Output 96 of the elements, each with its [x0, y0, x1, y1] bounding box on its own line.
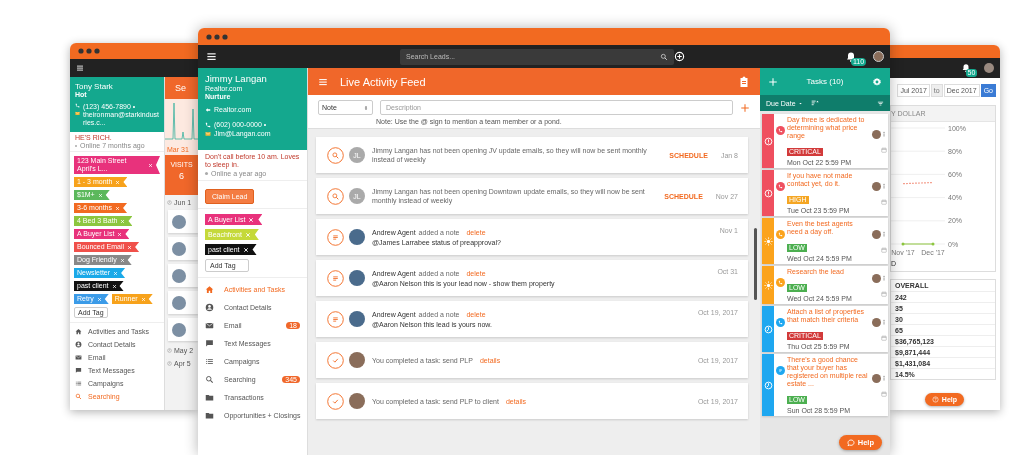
clock-icon [167, 348, 172, 353]
photo-placeholder [172, 295, 186, 310]
help-icon [931, 396, 939, 403]
envelope-icon [205, 130, 211, 137]
chat-bubble-icon [846, 438, 855, 447]
menu-icon[interactable] [206, 51, 217, 62]
phone-icon [75, 103, 80, 108]
more-icon[interactable] [881, 183, 887, 189]
page-title: Se [175, 83, 186, 93]
sun-icon [763, 280, 773, 290]
more-icon[interactable] [881, 231, 887, 237]
alert-icon [763, 188, 773, 198]
home-icon [205, 284, 214, 294]
calendar-icon[interactable] [881, 390, 887, 397]
remove-icon[interactable] [242, 246, 249, 253]
avatar [349, 393, 365, 409]
settings-icon[interactable] [872, 76, 882, 87]
phone-icon[interactable] [776, 278, 785, 287]
remove-icon[interactable] [111, 283, 117, 289]
photo-placeholder [172, 322, 186, 337]
list-icon [75, 380, 82, 387]
lead-name: Tony Stark [75, 82, 114, 91]
lead-name: Jimmy Langan [205, 73, 268, 84]
calendar-icon[interactable] [881, 198, 887, 205]
list-card[interactable] [168, 318, 198, 341]
list-icon [205, 356, 214, 366]
avatar [872, 181, 881, 191]
list-card[interactable] [168, 210, 198, 233]
avatar [872, 317, 881, 327]
person-icon [75, 341, 82, 348]
avatar [349, 270, 365, 286]
checkmark-icon [327, 351, 344, 369]
window-dots-icon [78, 48, 100, 54]
photo-placeholder [172, 214, 186, 229]
avatar [872, 129, 881, 139]
clock-icon [167, 361, 172, 366]
avatar [349, 352, 365, 368]
more-icon[interactable] [881, 375, 887, 381]
sort-icon[interactable] [810, 99, 819, 107]
phone-icon[interactable] [776, 230, 785, 239]
calendar-icon[interactable] [881, 334, 887, 341]
phone-icon[interactable] [776, 126, 785, 135]
caret-icon [797, 100, 803, 106]
clock-icon [167, 200, 172, 205]
search-icon [75, 393, 82, 400]
envelope-icon [205, 320, 214, 330]
more-icon[interactable] [881, 275, 887, 281]
stat-value: 6 [178, 171, 185, 181]
avatar [349, 229, 365, 245]
avatar [872, 229, 881, 239]
arrow-icon [205, 106, 211, 113]
checkmark-icon [327, 392, 344, 410]
avatar[interactable] [984, 63, 994, 73]
list-card[interactable] [168, 237, 198, 260]
status-dot [205, 172, 208, 175]
note-icon[interactable] [776, 366, 785, 375]
home-icon [75, 328, 82, 335]
clipboard-icon[interactable] [738, 75, 750, 88]
window-dots-icon [206, 33, 228, 40]
scrollbar[interactable] [754, 228, 757, 300]
avatar [872, 273, 881, 283]
calendar-icon[interactable] [881, 146, 887, 153]
avatar [349, 311, 365, 327]
note-icon [327, 228, 344, 246]
envelope-icon [75, 111, 80, 116]
avatar [872, 373, 881, 383]
phone-icon [205, 121, 211, 128]
photo-placeholder [172, 268, 186, 283]
chat-bubble-icon [205, 338, 214, 348]
photo-placeholder [172, 241, 186, 256]
data-point [901, 242, 905, 246]
chat-bubble-icon [75, 367, 82, 374]
clock-icon [763, 324, 773, 334]
phone-icon[interactable] [776, 182, 785, 191]
tasks-title: Tasks (10) [805, 77, 845, 86]
data-point [931, 242, 935, 246]
list-card[interactable] [168, 264, 198, 287]
sun-icon [763, 236, 773, 246]
note-icon [327, 310, 344, 328]
avatar[interactable] [873, 51, 884, 62]
envelope-icon [75, 354, 82, 361]
clock-icon [763, 380, 773, 390]
more-icon[interactable] [881, 131, 887, 137]
calendar-icon[interactable] [881, 246, 887, 253]
feed-title: Live Activity Feed [340, 75, 426, 88]
phone-icon[interactable] [776, 318, 785, 327]
search-icon [327, 187, 344, 205]
search-icon [205, 374, 214, 384]
more-icon[interactable] [881, 319, 887, 325]
alert-icon [763, 136, 773, 146]
calendar-icon[interactable] [881, 290, 887, 297]
list-card[interactable] [168, 291, 198, 314]
select-arrows-icon [363, 104, 369, 111]
note-icon [327, 269, 344, 287]
search-icon [327, 146, 344, 164]
person-icon [205, 302, 214, 312]
